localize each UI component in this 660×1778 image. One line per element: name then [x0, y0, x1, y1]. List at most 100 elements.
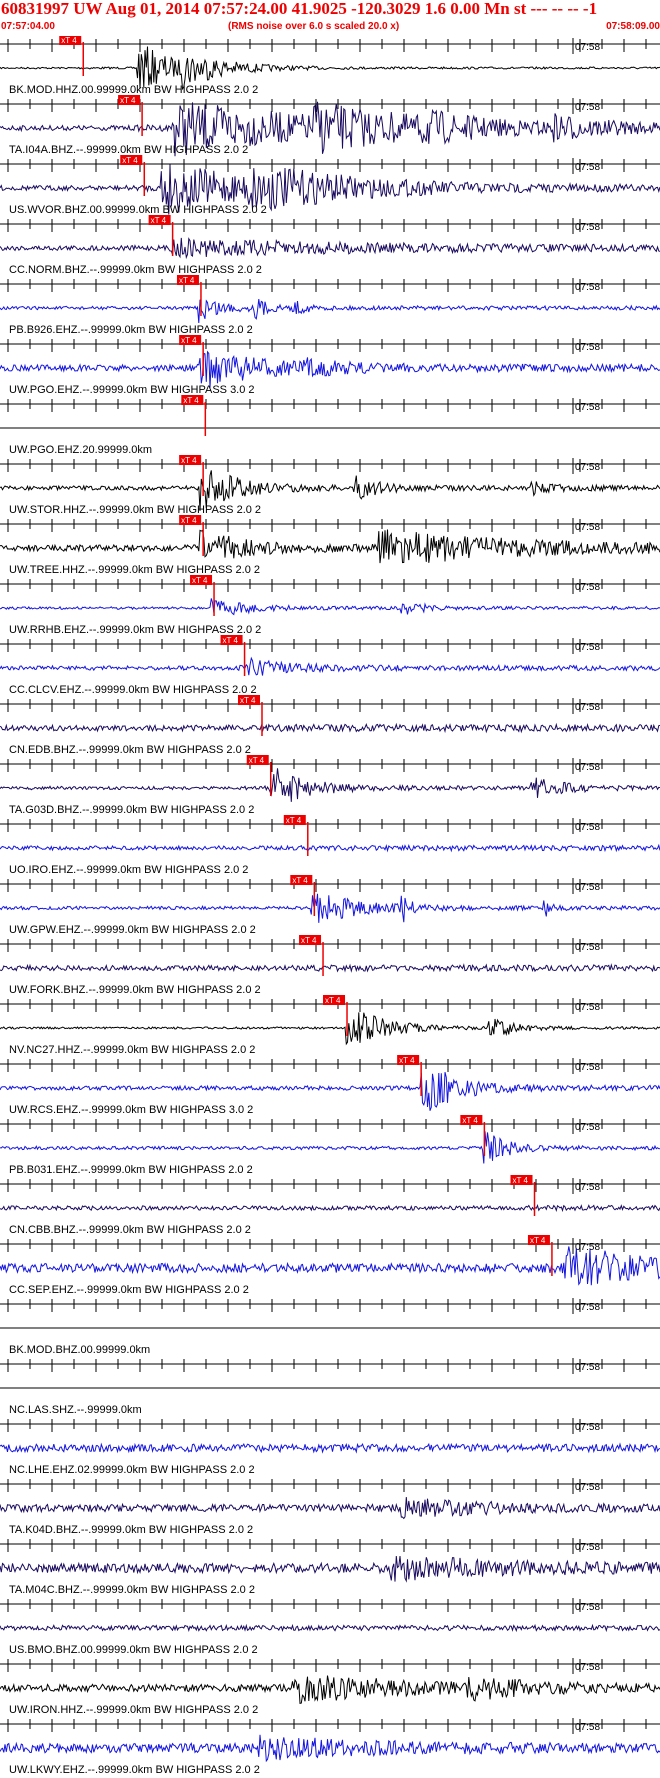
minute-label: 07:58 [575, 462, 600, 473]
trace-label: UO.IRO.EHZ.--.99999.0km BW HIGHPASS 2.0 … [9, 864, 248, 876]
minute-label: 07:58 [575, 222, 600, 233]
minute-label: 07:58 [575, 702, 600, 713]
trace-label: NV.NC27.HHZ.--.99999.0km BW HIGHPASS 2.0… [9, 1044, 255, 1056]
pick-label: xT 4 [462, 1116, 478, 1125]
trace-label: BK.MOD.HHZ.00.99999.0km BW HIGHPASS 2.0 … [9, 84, 258, 96]
waveform [0, 1623, 660, 1633]
minute-label: 07:58 [575, 1722, 600, 1733]
trace-label: NC.LAS.SHZ.--.99999.0km [9, 1404, 142, 1416]
pick-label: xT 4 [240, 696, 256, 705]
minute-label: 07:58 [575, 1002, 600, 1013]
trace-label: UW.RCS.EHZ.--.99999.0km BW HIGHPASS 3.0 … [9, 1104, 253, 1116]
pick-label: xT 4 [183, 396, 199, 405]
minute-label: 07:58 [575, 1662, 600, 1673]
waveform [0, 963, 660, 973]
pick-label: xT 4 [120, 96, 136, 105]
minute-label: 07:58 [575, 1122, 600, 1133]
pick-label: xT 4 [399, 1056, 415, 1065]
waveform [0, 893, 660, 923]
trace-label: TA.G03D.BHZ.--.99999.0km BW HIGHPASS 2.0… [9, 804, 254, 816]
waveform [0, 1204, 660, 1213]
trace-label: PB.B926.EHZ.--.99999.0km BW HIGHPASS 2.0… [9, 324, 253, 336]
pick-label: xT 4 [151, 216, 167, 225]
minute-label: 07:58 [575, 1542, 600, 1553]
trace-label: UW.PGO.EHZ.20.99999.0km [9, 444, 152, 456]
trace-label: NC.LHE.EHZ.02.99999.0km BW HIGHPASS 2.0 … [9, 1464, 255, 1476]
waveform [0, 1555, 660, 1583]
trace-label: UW.IRON.HHZ.--.99999.0km BW HIGHPASS 2.0… [9, 1704, 258, 1716]
pick-label: xT 4 [513, 1176, 529, 1185]
minute-label: 07:58 [575, 42, 600, 53]
pick-label: xT 4 [179, 276, 195, 285]
record-header: 60831997 UW Aug 01, 2014 07:57:24.00 41.… [0, 0, 660, 36]
waveform [0, 237, 660, 260]
minute-label: 07:58 [575, 102, 600, 113]
waveform [0, 1246, 660, 1286]
waveform [0, 722, 660, 734]
waveform [0, 598, 660, 616]
waveform [0, 1131, 660, 1164]
trace-label: US.BMO.BHZ.00.99999.0km BW HIGHPASS 2.0 … [9, 1644, 258, 1656]
pick-label: xT 4 [192, 576, 208, 585]
minute-label: 07:58 [575, 582, 600, 593]
pick-label: xT 4 [292, 876, 308, 885]
minute-label: 07:58 [575, 1362, 600, 1373]
seismogram-svg: 07:58xT 4BK.MOD.HHZ.00.99999.0km BW HIGH… [0, 36, 660, 1776]
trace-label: CN.EDB.BHZ.--.99999.0km BW HIGHPASS 2.0 … [9, 744, 251, 756]
pick-label: xT 4 [325, 996, 341, 1005]
waveform [0, 1497, 660, 1520]
pick-label: xT 4 [181, 456, 197, 465]
waveform [0, 768, 660, 802]
trace-label: TA.I04A.BHZ.--.99999.0km BW HIGHPASS 2.0… [9, 144, 248, 156]
trace-label: UW.PGO.EHZ.--.99999.0km BW HIGHPASS 3.0 … [9, 384, 255, 396]
minute-label: 07:58 [575, 642, 600, 653]
minute-label: 07:58 [575, 282, 600, 293]
trace-label: UW.LKWY.EHZ.--.99999.0km BW HIGHPASS 2.0… [9, 1764, 260, 1776]
minute-label: 07:58 [575, 822, 600, 833]
minute-label: 07:58 [575, 1602, 600, 1613]
pick-label: xT 4 [61, 36, 77, 45]
window-end-time: 07:58:09.00 [606, 21, 660, 32]
trace-label: TA.K04D.BHZ.--.99999.0km BW HIGHPASS 2.0… [9, 1524, 253, 1536]
pick-label: xT 4 [122, 156, 138, 165]
minute-label: 07:58 [575, 162, 600, 173]
trace-label: UW.FORK.BHZ.--.99999.0km BW HIGHPASS 2.0… [9, 984, 261, 996]
pick-label: xT 4 [181, 336, 197, 345]
trace-label: BK.MOD.BHZ.00.99999.0km [9, 1344, 150, 1356]
waveform [0, 299, 660, 324]
minute-label: 07:58 [575, 942, 600, 953]
window-start-time: 07:57:04.00 [1, 21, 55, 32]
minute-label: 07:58 [575, 1482, 600, 1493]
minute-label: 07:58 [575, 402, 600, 413]
waveform [0, 1442, 660, 1454]
minute-label: 07:58 [575, 1242, 600, 1253]
minute-label: 07:58 [575, 1422, 600, 1433]
minute-label: 07:58 [575, 1062, 600, 1073]
pick-label: xT 4 [181, 516, 197, 525]
trace-label: UW.STOR.HHZ.--.99999.0km BW HIGHPASS 2.0… [9, 504, 261, 516]
trace-label: UW.RRHB.EHZ.--.99999.0km BW HIGHPASS 2.0… [9, 624, 261, 636]
trace-label: CN.CBB.BHZ.--.99999.0km BW HIGHPASS 2.0 … [9, 1224, 251, 1236]
event-title: 60831997 UW Aug 01, 2014 07:57:24.00 41.… [1, 0, 598, 18]
pick-label: xT 4 [530, 1236, 546, 1245]
waveform [0, 350, 660, 388]
pick-label: xT 4 [301, 936, 317, 945]
trace-label: US.WVOR.BHZ.00.99999.0km BW HIGHPASS 2.0… [9, 204, 267, 216]
trace-label: TA.M04C.BHZ.--.99999.0km BW HIGHPASS 2.0… [9, 1584, 255, 1596]
pick-label: xT 4 [286, 816, 302, 825]
trace-label: CC.CLCV.EHZ.--.99999.0km BW HIGHPASS 2.0… [9, 684, 257, 696]
waveform [0, 1734, 660, 1763]
waveform [0, 1012, 660, 1046]
minute-label: 07:58 [575, 1302, 600, 1313]
waveform [0, 843, 660, 853]
waveform [0, 656, 660, 676]
pick-label: xT 4 [223, 636, 239, 645]
waveform [0, 46, 660, 91]
trace-label: PB.B031.EHZ.--.99999.0km BW HIGHPASS 2.0… [9, 1164, 253, 1176]
trace-label: UW.GPW.EHZ.--.99999.0km BW HIGHPASS 2.0 … [9, 924, 256, 936]
waveform [0, 529, 660, 564]
minute-label: 07:58 [575, 1182, 600, 1193]
trace-label: CC.NORM.BHZ.--.99999.0km BW HIGHPASS 2.0… [9, 264, 262, 276]
seismogram-plot: 07:58 xT 4 BK.MOD.HHZ.00.99999.0km BW HIGH… [0, 36, 660, 1778]
waveform [0, 1675, 660, 1705]
